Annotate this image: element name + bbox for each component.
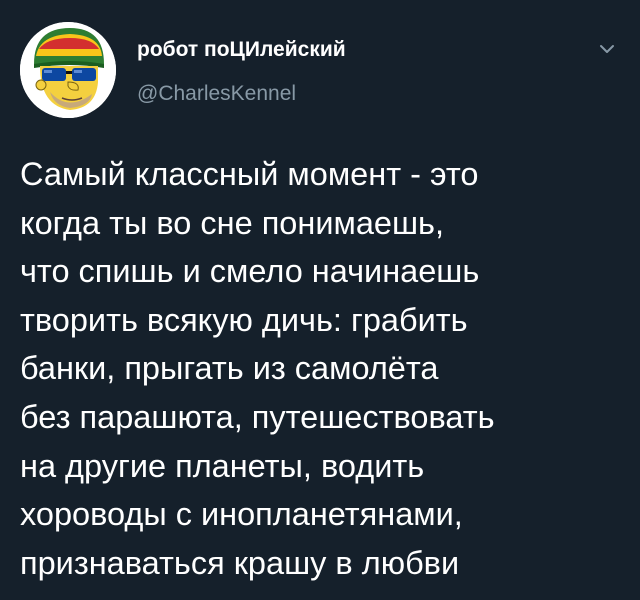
tweet-text-line: без парашюта, путешествовать <box>20 398 495 435</box>
tweet-text-line: Самый классный момент - это <box>20 156 479 192</box>
tweet-text: Самый классный момент - это когда ты во … <box>20 150 630 587</box>
tweet-card: робот поЦИлейский @CharlesKennel Самый к… <box>0 0 640 600</box>
tweet-text-line: что спишь и смело начинаешь <box>20 253 480 290</box>
homer-simpson-rasta-avatar-icon <box>20 22 116 118</box>
tweet-text-line: когда ты во сне понимаешь, <box>20 204 445 241</box>
user-handle[interactable]: @CharlesKennel <box>137 82 296 106</box>
tweet-text-line: творить всякую дичь: грабить <box>20 301 468 338</box>
chevron-down-icon[interactable] <box>596 38 618 60</box>
tweet-text-line: хороводы с инопланетянами, <box>20 496 463 533</box>
display-name[interactable]: робот поЦИлейский <box>137 38 346 62</box>
tweet-header: робот поЦИлейский @CharlesKennel <box>20 22 620 118</box>
tweet-text-line: на другие планеты, водить <box>20 447 425 484</box>
avatar[interactable] <box>20 22 116 118</box>
tweet-text-line: признаваться крашу в любви <box>20 544 460 581</box>
tweet-text-line: банки, прыгать из самолёта <box>20 350 439 387</box>
